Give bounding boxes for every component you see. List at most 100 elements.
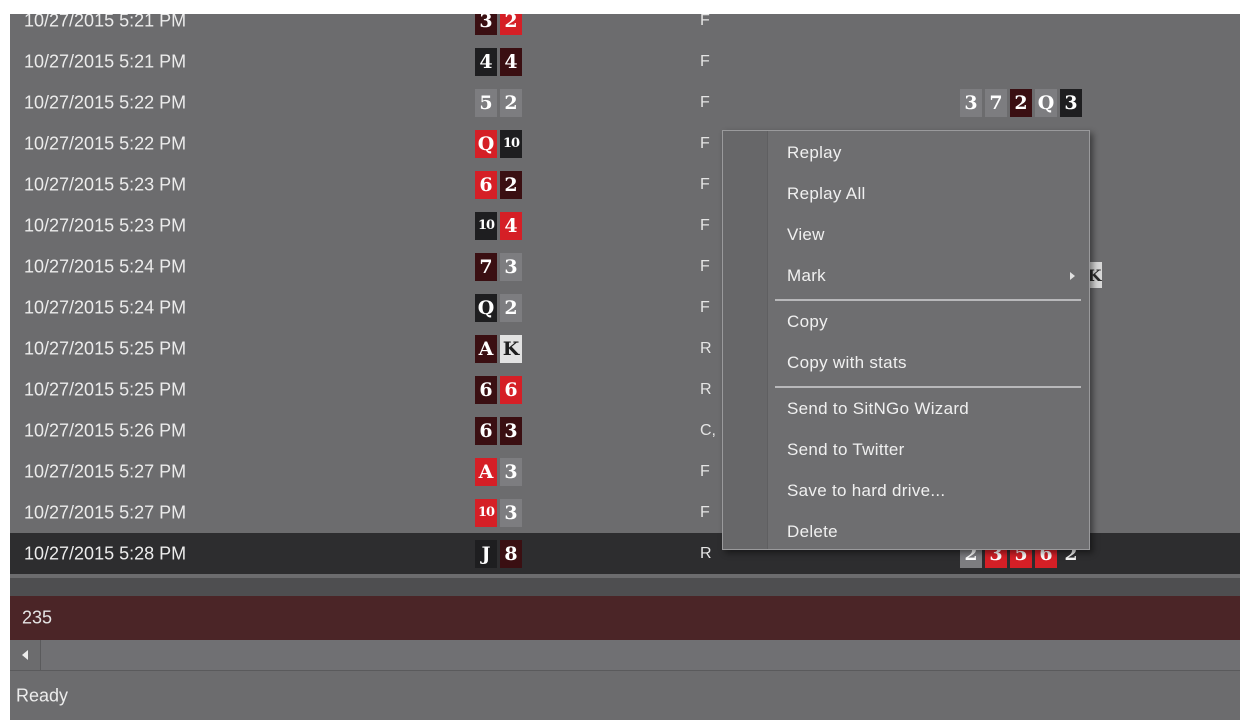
hand-action: R	[700, 544, 712, 562]
hole-cards: 73	[475, 252, 522, 281]
playing-card: J	[475, 539, 497, 568]
menu-item-send-to-twitter[interactable]: Send to Twitter	[767, 430, 1087, 470]
menu-item-label: Replay	[787, 143, 842, 162]
playing-card: K	[500, 334, 522, 363]
playing-card: 7	[985, 88, 1007, 117]
playing-card: A	[475, 334, 497, 363]
menu-item-replay-all[interactable]: Replay All	[767, 174, 1087, 214]
hand-date: 10/27/2015 5:24 PM	[24, 256, 187, 276]
menu-item-save-to-hard-drive[interactable]: Save to hard drive...	[767, 471, 1087, 511]
hand-action: F	[700, 175, 710, 193]
hole-cards: 44	[475, 47, 522, 76]
hand-action: F	[700, 503, 710, 521]
hand-date: 10/27/2015 5:28 PM	[24, 543, 187, 563]
hand-action: F	[700, 216, 710, 234]
hand-date: 10/27/2015 5:25 PM	[24, 338, 187, 358]
hole-cards: 66	[475, 375, 522, 404]
menu-item-delete[interactable]: Delete	[767, 512, 1087, 552]
list-footer-strip	[10, 578, 1240, 596]
playing-card: 3	[500, 457, 522, 486]
chevron-left-icon	[22, 650, 28, 660]
playing-card: 10	[475, 498, 497, 527]
menu-item-view[interactable]: View	[767, 215, 1087, 255]
hand-action: F	[700, 93, 710, 111]
scroll-left-button[interactable]	[10, 640, 40, 670]
playing-card: Q	[475, 293, 497, 322]
hand-date: 10/27/2015 5:21 PM	[24, 51, 187, 71]
hole-cards: 63	[475, 416, 522, 445]
hole-cards: J8	[475, 539, 522, 568]
hand-action: F	[700, 257, 710, 275]
playing-card: 2	[1010, 88, 1032, 117]
playing-card: 6	[475, 170, 497, 199]
playing-card: 6	[475, 416, 497, 445]
playing-card: 4	[500, 211, 522, 240]
hole-cards: 10 4	[475, 211, 522, 240]
menu-item-send-to-sitngo-wizard[interactable]: Send to SitNGo Wizard	[767, 389, 1087, 429]
hand-row[interactable]: 10/27/2015 5:21 PM 4 4 F	[10, 41, 1240, 82]
playing-card: 3	[500, 498, 522, 527]
hand-date: 10/27/2015 5:26 PM	[24, 420, 187, 440]
hand-action: F	[700, 462, 710, 480]
playing-card: Q	[1035, 88, 1057, 117]
menu-item-label: Delete	[787, 522, 838, 541]
hand-row[interactable]: 10/27/2015 5:21 PM 3 2 F	[10, 14, 1240, 41]
menu-item-copy[interactable]: Copy	[767, 302, 1087, 342]
hand-date: 10/27/2015 5:23 PM	[24, 215, 187, 235]
menu-item-label: View	[787, 225, 825, 244]
menu-item-mark[interactable]: Mark	[767, 256, 1087, 296]
hole-cards: Q 10	[475, 129, 522, 158]
hole-cards: 32	[475, 14, 522, 35]
menu-item-copy-with-stats[interactable]: Copy with stats	[767, 343, 1087, 383]
hole-cards: Q2	[475, 293, 522, 322]
hole-cards: 62	[475, 170, 522, 199]
playing-card: 4	[500, 47, 522, 76]
hand-action: F	[700, 134, 710, 152]
playing-card: 3	[500, 416, 522, 445]
menu-separator	[775, 299, 1081, 301]
hand-date: 10/27/2015 5:27 PM	[24, 502, 187, 522]
menu-item-label: Save to hard drive...	[787, 481, 946, 500]
hand-date: 10/27/2015 5:22 PM	[24, 133, 187, 153]
playing-card: 2	[500, 293, 522, 322]
menu-item-label: Replay All	[787, 184, 866, 203]
hand-action: F	[700, 14, 710, 29]
playing-card: 7	[475, 252, 497, 281]
playing-card: 10	[500, 129, 522, 158]
scrollbar-track[interactable]	[40, 640, 1240, 670]
playing-card: 5	[475, 88, 497, 117]
playing-card: 6	[500, 375, 522, 404]
hand-date: 10/27/2015 5:21 PM	[24, 14, 187, 30]
playing-card: 3	[1060, 88, 1082, 117]
menu-separator	[775, 386, 1081, 388]
context-menu: Replay Replay All View Mark Copy Copy with st…	[722, 130, 1090, 550]
horizontal-scrollbar[interactable]	[10, 640, 1240, 670]
hand-history-window: 10/27/2015 5:21 PM 3 2 F 10/27/2015 5:21 PM 4…	[10, 14, 1240, 720]
playing-card: A	[475, 457, 497, 486]
hand-date: 10/27/2015 5:22 PM	[24, 92, 187, 112]
status-text: Ready	[16, 685, 69, 706]
hand-date: 10/27/2015 5:23 PM	[24, 174, 187, 194]
hand-row[interactable]: 10/27/2015 5:22 PM 5 2 F 3 7 2 Q 3	[10, 82, 1240, 123]
playing-card: 3	[500, 252, 522, 281]
playing-card: 3	[475, 14, 497, 35]
hand-action: C,	[700, 421, 716, 439]
hand-action: F	[700, 298, 710, 316]
playing-card: 2	[500, 88, 522, 117]
hole-cards: A3	[475, 457, 522, 486]
menu-item-label: Mark	[787, 266, 826, 285]
playing-card: 2	[500, 14, 522, 35]
playing-card: 4	[475, 47, 497, 76]
board-cards: 372Q3	[960, 88, 1082, 117]
hole-cards: 10 3	[475, 498, 522, 527]
total-hands-bar: 235	[10, 596, 1240, 640]
menu-item-label: Copy with stats	[787, 353, 907, 372]
context-menu-gutter	[723, 131, 768, 549]
hand-date: 10/27/2015 5:25 PM	[24, 379, 187, 399]
hole-cards: AK	[475, 334, 522, 363]
playing-card: 2	[500, 170, 522, 199]
menu-item-replay[interactable]: Replay	[767, 133, 1087, 173]
playing-card: 6	[475, 375, 497, 404]
hand-date: 10/27/2015 5:24 PM	[24, 297, 187, 317]
menu-item-label: Send to Twitter	[787, 440, 905, 459]
